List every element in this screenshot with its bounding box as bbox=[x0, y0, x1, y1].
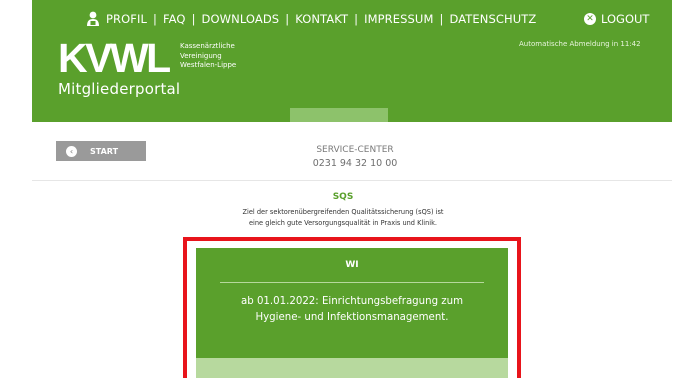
description-line: Ziel der sektorenübergreifenden Qualität… bbox=[242, 208, 444, 216]
card-divider bbox=[220, 282, 484, 283]
wi-card[interactable]: WI ab 01.01.2022: Einrichtungsbefragung … bbox=[196, 248, 508, 358]
chevron-left-circle-icon: ‹ bbox=[66, 145, 77, 157]
card-text-line: ab 01.01.2022: Einrichtungsbefragung zum bbox=[241, 296, 463, 307]
nav-separator: | bbox=[153, 12, 157, 26]
card-text-line: Hygiene- und Infektionsmanagement. bbox=[255, 312, 449, 323]
service-title: SERVICE-CENTER bbox=[316, 145, 394, 155]
kvwl-logo[interactable]: KVWL bbox=[58, 38, 178, 78]
description-line: eine gleich gute Versorgungsqualität in … bbox=[248, 219, 438, 227]
card-footer bbox=[196, 358, 508, 378]
logo-sub-line: Kassenärztliche bbox=[180, 42, 235, 50]
nav-separator: | bbox=[285, 12, 290, 26]
portal-title: Mitgliederportal bbox=[58, 80, 181, 98]
logo-subtitle: Kassenärztliche Vereinigung Westfalen-Li… bbox=[180, 42, 236, 71]
nav-faq[interactable]: FAQ bbox=[163, 12, 186, 26]
nav-separator: | bbox=[191, 12, 196, 26]
nav-separator: | bbox=[354, 12, 359, 26]
logout-label: LOGOUT bbox=[601, 12, 650, 26]
logo-sub-line: Westfalen-Lippe bbox=[180, 61, 237, 69]
card-title: WI bbox=[345, 260, 359, 270]
logo-sub-line: Vereinigung bbox=[180, 51, 222, 60]
start-button[interactable]: ‹ START bbox=[56, 141, 146, 161]
service-center: SERVICE-CENTER 0231 94 32 10 00 bbox=[300, 144, 410, 170]
nav-downloads[interactable]: DOWNLOADS bbox=[202, 12, 280, 26]
nav-datenschutz[interactable]: DATENSCHUTZ bbox=[449, 12, 536, 26]
card-text: ab 01.01.2022: Einrichtungsbefragung zum… bbox=[216, 294, 488, 326]
nav-profil[interactable]: PROFIL bbox=[106, 12, 147, 26]
logo-text: KVWL bbox=[58, 38, 170, 78]
nav-separator: | bbox=[439, 12, 444, 26]
nav-impressum[interactable]: IMPRESSUM bbox=[364, 12, 433, 26]
auto-logout-timer: Automatische Abmeldung in 11:42 bbox=[519, 40, 641, 48]
page-description: Ziel der sektorenübergreifenden Qualität… bbox=[190, 207, 496, 229]
user-badge-icon[interactable] bbox=[86, 11, 100, 27]
start-label: START bbox=[90, 146, 119, 156]
service-phone[interactable]: 0231 94 32 10 00 bbox=[300, 157, 410, 170]
top-navigation: PROFIL | FAQ | DOWNLOADS | KONTAKT | IMP… bbox=[86, 11, 536, 27]
section-divider bbox=[32, 180, 672, 181]
close-circle-icon: ✕ bbox=[584, 13, 596, 25]
header-tab-indicator bbox=[290, 108, 388, 122]
logout-button[interactable]: ✕ LOGOUT bbox=[584, 11, 649, 27]
page-title: SQS bbox=[332, 192, 354, 202]
nav-kontakt[interactable]: KONTAKT bbox=[295, 12, 348, 26]
